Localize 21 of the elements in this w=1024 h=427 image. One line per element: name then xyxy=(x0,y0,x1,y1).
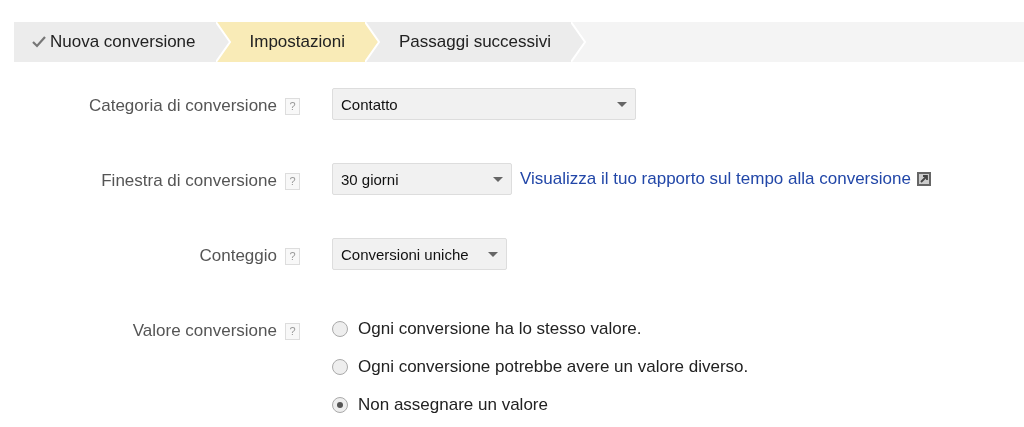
dropdown[interactable]: 30 giorni xyxy=(332,163,512,195)
step-tab[interactable]: Nuova conversione xyxy=(14,22,232,62)
step-tab[interactable]: Impostazioni xyxy=(231,22,381,62)
dropdown[interactable]: Conversioni uniche xyxy=(332,238,507,270)
radio-label: Non assegnare un valore xyxy=(358,395,548,415)
caret-icon xyxy=(488,251,498,257)
field-label: Categoria di conversione xyxy=(88,96,277,116)
radio-button[interactable] xyxy=(332,359,348,375)
caret-icon xyxy=(493,176,503,182)
report-link[interactable]: Visualizza il tuo rapporto sul tempo alla conversione xyxy=(520,169,911,189)
external-link-icon[interactable] xyxy=(916,172,931,186)
field-label: Valore conversione xyxy=(132,321,277,341)
field-label: Conteggio xyxy=(199,246,277,266)
radio-button[interactable] xyxy=(332,321,348,337)
dropdown[interactable]: Contatto xyxy=(332,88,636,120)
caret-icon xyxy=(617,101,627,107)
step-tab[interactable]: Passaggi successivi xyxy=(380,22,588,62)
field-label: Finestra di conversione xyxy=(101,171,277,191)
radio-label: Ogni conversione potrebbe avere un valore diverso. xyxy=(358,357,749,377)
radio-label: Ogni conversione ha lo stesso valore. xyxy=(358,319,642,339)
radio-button[interactable] xyxy=(332,397,348,413)
